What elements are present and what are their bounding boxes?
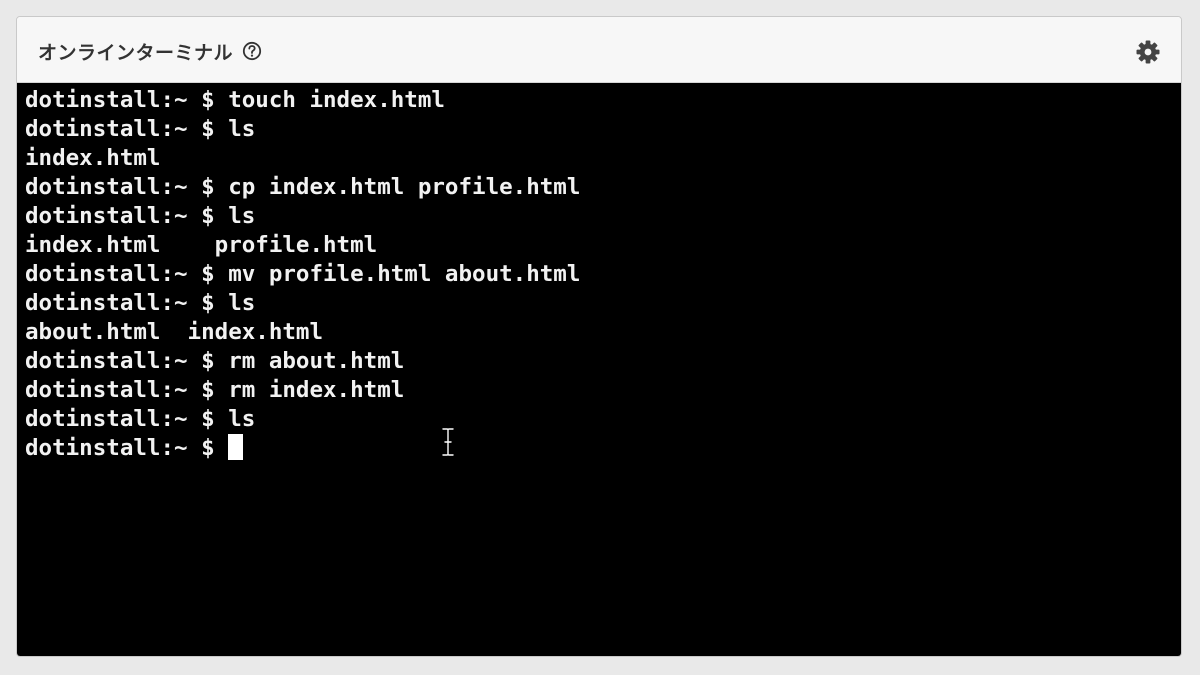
terminal-line: dotinstall:~ $ touch index.html	[25, 87, 445, 113]
terminal-line: dotinstall:~ $ ls	[25, 290, 256, 316]
terminal-line: dotinstall:~ $ rm about.html	[25, 348, 405, 374]
panel-title: オンラインターミナル	[38, 41, 234, 64]
terminal-cursor	[228, 434, 244, 460]
terminal-input-line[interactable]: dotinstall:~ $	[25, 434, 1181, 463]
terminal-line: dotinstall:~ $ rm index.html	[25, 377, 405, 403]
terminal-line: index.html	[25, 145, 161, 171]
terminal-line: dotinstall:~ $ ls	[25, 203, 256, 229]
gear-icon[interactable]	[1135, 39, 1161, 65]
terminal-line: dotinstall:~ $ mv profile.html about.htm…	[25, 261, 581, 287]
terminal-line: dotinstall:~ $ cp index.html profile.htm…	[25, 174, 581, 200]
terminal-screen[interactable]: dotinstall:~ $ touch index.html dotinsta…	[17, 83, 1181, 656]
text-cursor-icon	[441, 427, 455, 457]
title-group: オンラインターミナル	[38, 38, 262, 64]
panel-header: オンラインターミナル	[17, 17, 1181, 83]
terminal-line: dotinstall:~ $ ls	[25, 406, 256, 432]
question-circle-icon[interactable]	[242, 41, 262, 61]
terminal-prompt: dotinstall:~ $	[25, 435, 229, 461]
terminal-panel: オンラインターミナル dotinstall:~ $ touch index.ht…	[16, 16, 1182, 657]
terminal-line: index.html profile.html	[25, 232, 378, 258]
terminal-line: dotinstall:~ $ ls	[25, 116, 256, 142]
terminal-line: about.html index.html	[25, 319, 324, 345]
